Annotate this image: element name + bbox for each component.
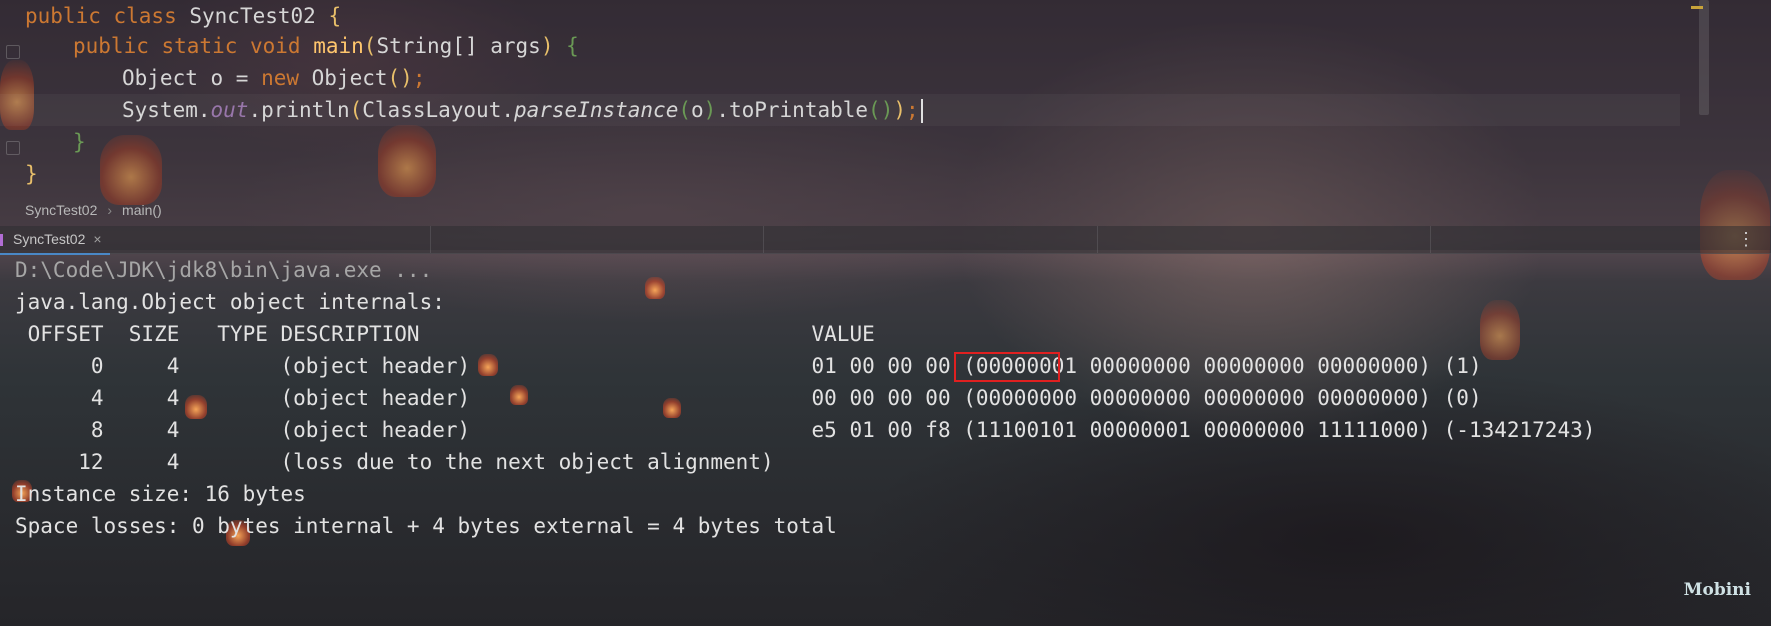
fold-marker-icon[interactable] <box>6 141 20 155</box>
divider <box>1430 226 1431 253</box>
console-row: 0 4 (object header) 01 00 00 00 (0000000… <box>15 354 1482 378</box>
text-caret <box>920 99 923 123</box>
code-line-2[interactable]: public static void main(String[] args) { <box>73 30 579 62</box>
console-row: 12 4 (loss due to the next object alignm… <box>15 450 774 474</box>
divider <box>763 226 764 253</box>
divider <box>1097 226 1098 253</box>
tab-label: SyncTest02 <box>13 231 86 247</box>
chevron-right-icon: › <box>107 202 113 218</box>
close-icon[interactable]: × <box>93 231 101 247</box>
code-line-6[interactable]: } <box>25 158 38 190</box>
code-line-4[interactable]: System.out.println(ClassLayout.parseInst… <box>122 94 923 126</box>
more-options-icon[interactable]: ⋮ <box>1737 226 1755 253</box>
lantern-decoration <box>1480 300 1520 360</box>
console-columns: OFFSET SIZE TYPE DESCRIPTION VALUE <box>15 322 875 346</box>
code-line-3[interactable]: Object o = new Object(); <box>122 62 425 94</box>
tab-run-synctest02[interactable]: SyncTest02 × <box>0 226 110 255</box>
breadcrumb: SyncTest02 › main() <box>25 200 162 220</box>
lantern-decoration <box>645 277 665 299</box>
console-command-line: D:\Code\JDK\jdk8\bin\java.exe ... <box>15 258 433 282</box>
console-row: 4 4 (object header) 00 00 00 00 (0000000… <box>15 386 1482 410</box>
console-space-losses: Space losses: 0 bytes internal + 4 bytes… <box>15 514 837 538</box>
breadcrumb-class[interactable]: SyncTest02 <box>25 202 97 218</box>
code-editor[interactable]: public class SyncTest02 { public static … <box>0 0 1771 250</box>
watermark-text: Mobini <box>1683 580 1751 600</box>
divider <box>430 226 431 253</box>
fold-marker-icon[interactable] <box>6 45 20 59</box>
console-header: java.lang.Object object internals: <box>15 290 445 314</box>
run-config-icon <box>0 234 3 247</box>
red-highlight-box <box>954 352 1060 382</box>
console-row: 8 4 (object header) e5 01 00 f8 (1110010… <box>15 418 1596 442</box>
run-tool-window-tabbar: SyncTest02 × ⋮ <box>0 226 1771 255</box>
code-line-1[interactable]: public class SyncTest02 { <box>25 0 341 32</box>
console-instance-size: Instance size: 16 bytes <box>15 482 306 506</box>
scroll-warning-marker[interactable] <box>1691 6 1703 9</box>
editor-scrollbar[interactable] <box>1699 0 1709 115</box>
code-line-5[interactable]: } <box>73 126 86 158</box>
breadcrumb-method[interactable]: main() <box>122 202 162 218</box>
